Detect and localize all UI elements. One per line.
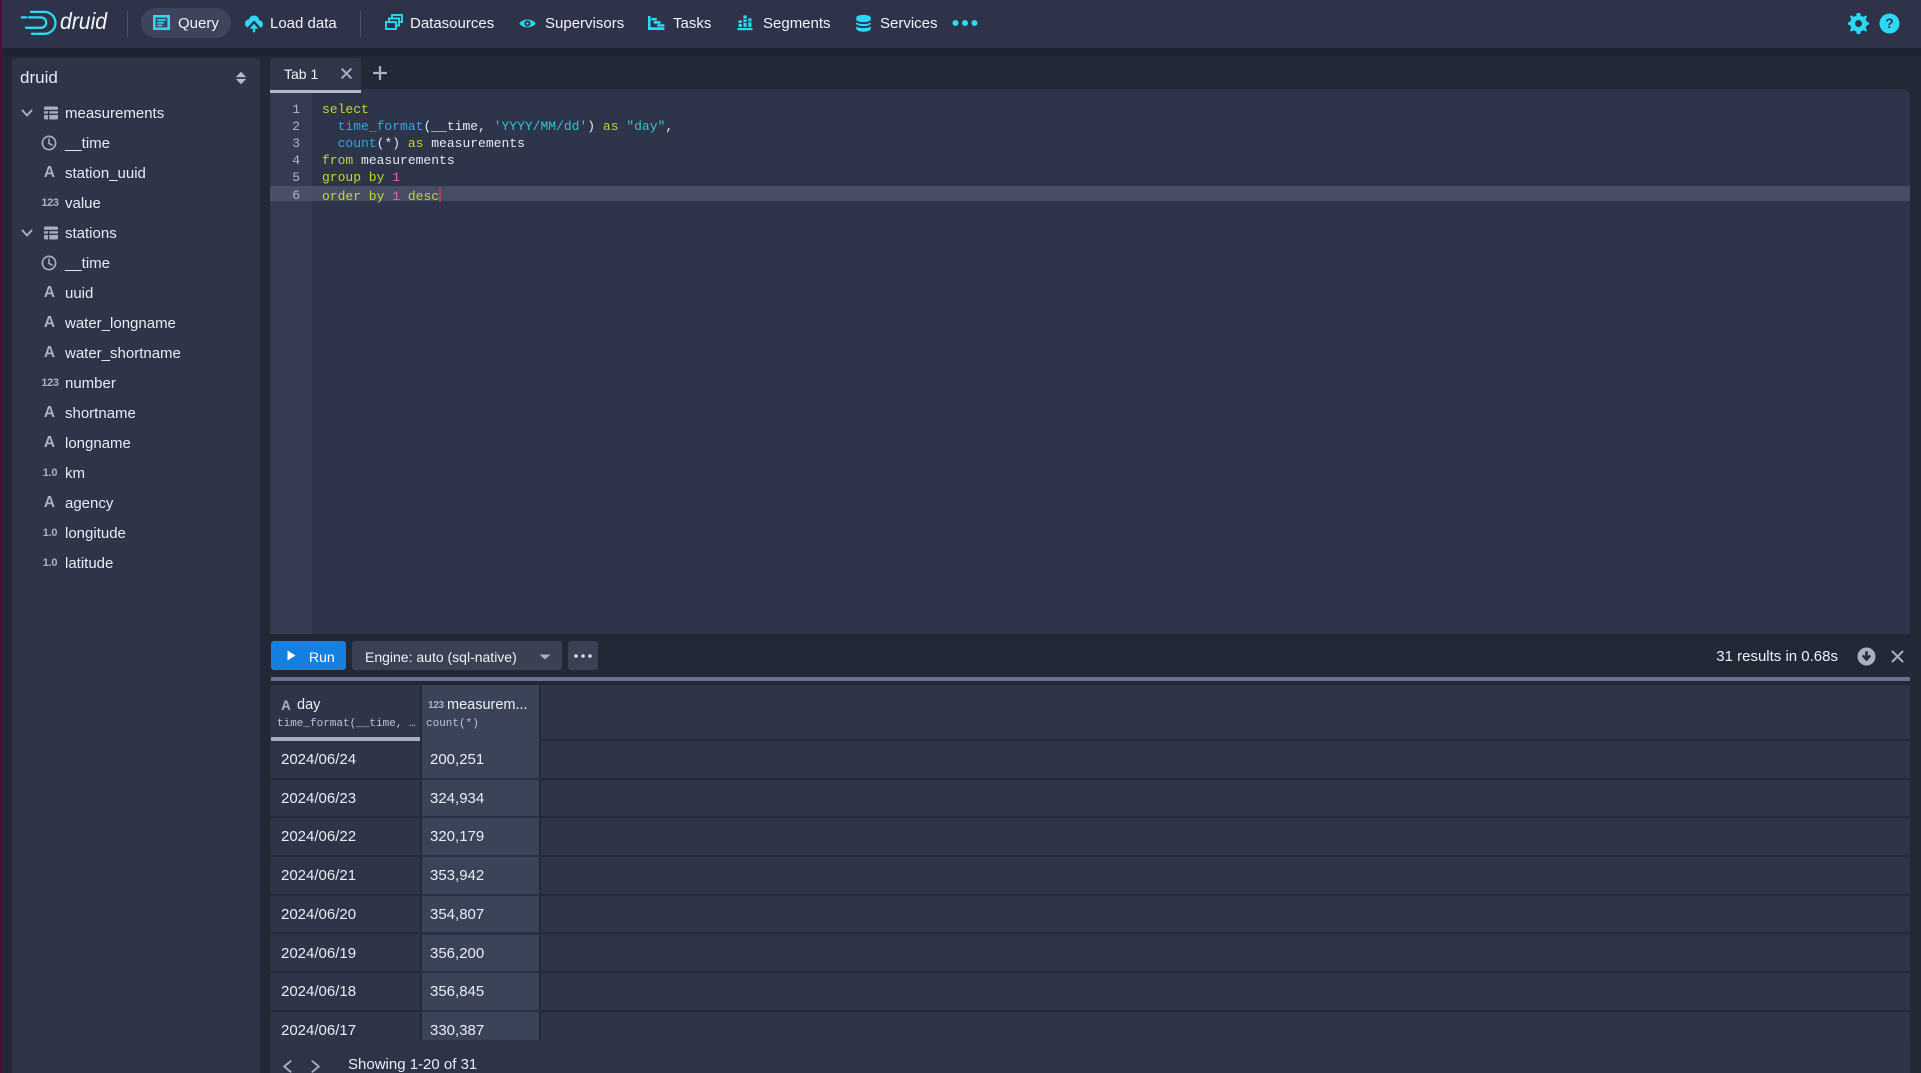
svg-text:?: ? (1885, 16, 1893, 31)
